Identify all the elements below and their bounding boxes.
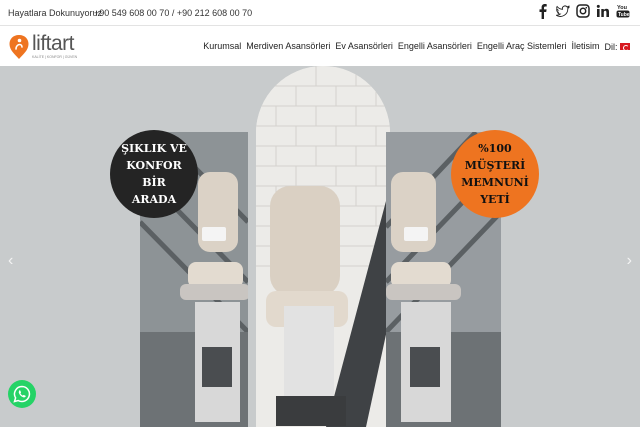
main-navbar: liftart KALİTE | KONFOR | GÜVEN Kurumsal… [0, 26, 640, 66]
tagline: Hayatlara Dokunuyoruz [8, 8, 103, 18]
nav-item-engelli-asansorleri[interactable]: Engelli Asansörleri [398, 41, 472, 52]
slider-prev-arrow[interactable]: ‹ [8, 252, 13, 270]
nav-item-kurumsal[interactable]: Kurumsal [203, 41, 241, 52]
whatsapp-icon [13, 385, 31, 403]
hero-slider: ŞIKLIK VE KONFOR BİR ARADA %100 MÜŞTERİ … [0, 66, 640, 427]
nav-item-ev-asansorleri[interactable]: Ev Asansörleri [335, 41, 393, 52]
promo-badge-left: ŞIKLIK VE KONFOR BİR ARADA [110, 130, 198, 218]
nav-menu: Kurumsal Merdiven Asansörleri Ev Asansör… [203, 41, 630, 52]
brand-tagline: KALİTE | KONFOR | GÜVEN [32, 55, 78, 59]
facebook-icon[interactable] [536, 3, 550, 19]
youtube-icon[interactable]: You Tube [616, 3, 630, 19]
nav-item-engelli-arac-sistemleri[interactable]: Engelli Araç Sistemleri [477, 41, 567, 52]
twitter-icon[interactable] [555, 3, 571, 19]
slide-panel-center [256, 66, 390, 427]
linkedin-icon[interactable] [596, 3, 610, 19]
nav-item-merdiven-asansorleri[interactable]: Merdiven Asansörleri [246, 41, 330, 52]
phone-numbers[interactable]: +90 549 608 00 70 / +90 212 608 00 70 [94, 8, 252, 18]
whatsapp-button[interactable] [8, 380, 36, 408]
brand-name: liftart [32, 32, 75, 55]
slider-next-arrow[interactable]: › [627, 252, 632, 270]
promo-badge-right: %100 MÜŞTERİ MEMNUNİ YETİ [451, 130, 539, 218]
instagram-icon[interactable] [576, 3, 590, 19]
nav-item-iletisim[interactable]: İletisim [571, 41, 599, 52]
tr-flag-icon [620, 43, 630, 51]
svg-text:You: You [617, 5, 627, 11]
language-label: Dil: [604, 42, 618, 52]
nav-item-language[interactable]: Dil: [604, 41, 630, 52]
top-bar: Hayatlara Dokunuyoruz +90 549 608 00 70 … [0, 0, 640, 26]
svg-text:Tube: Tube [618, 12, 630, 18]
brand-logo[interactable]: liftart KALİTE | KONFOR | GÜVEN [8, 29, 88, 63]
social-links: You Tube [536, 3, 630, 19]
